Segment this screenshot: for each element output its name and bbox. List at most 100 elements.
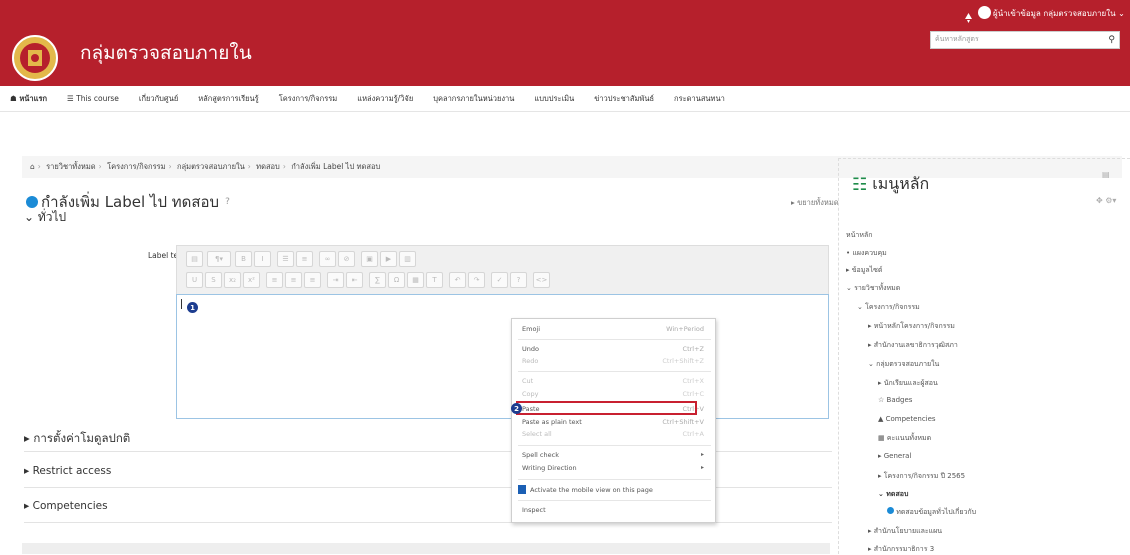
search-icon[interactable]: ⚲ (1108, 35, 1115, 45)
sidebar-item[interactable]: ▸ สำนักนโยบายและแผน (868, 526, 942, 537)
user-menu[interactable]: ผู้นำเข้าข้อมูล กลุ่มตรวจสอบภายใน ⌄ (993, 7, 1125, 20)
toolbar-toggle-icon[interactable]: ▤ (186, 251, 203, 267)
menu-item-select-all[interactable]: Select all Ctrl+A (522, 430, 710, 441)
nav-item-staff[interactable]: บุคลากรภายในหน่วยงาน (433, 93, 514, 105)
undo-icon[interactable]: ↶ (449, 272, 466, 288)
label-module-icon (887, 507, 894, 514)
nav-item-home[interactable]: ☗ หน้าแรก (10, 93, 47, 105)
unlink-icon[interactable]: ⊘ (338, 251, 355, 267)
sidebar-item[interactable]: ทดสอบข้อมูลทั่วไปเกี่ยวกับ (887, 507, 976, 518)
equation-icon[interactable]: ∑ (369, 272, 386, 288)
help-icon[interactable]: ? (225, 197, 230, 207)
sidebar-item[interactable]: ⌄ กลุ่มตรวจสอบภายใน (868, 359, 939, 370)
underline-icon[interactable]: U (186, 272, 203, 288)
numbered-list-icon[interactable]: ≡ (296, 251, 313, 267)
notification-icon[interactable] (964, 8, 973, 23)
file-icon[interactable]: ▥ (399, 251, 416, 267)
menu-item-inspect[interactable]: Inspect (522, 506, 710, 517)
align-right-icon[interactable]: ≡ (304, 272, 321, 288)
menu-item-cut[interactable]: Cut Ctrl+X (522, 377, 710, 388)
section-common-module-settings[interactable]: ▸ การตั้งค่าโมดูลปกติ (24, 430, 130, 448)
breadcrumb-current: กำลังเพิ่ม Label ไป ทดสอบ (291, 162, 381, 171)
home-icon[interactable]: ⌂ (30, 162, 35, 171)
nav-item-this-course[interactable]: ☰ This course (67, 94, 119, 103)
align-left-icon[interactable]: ≡ (266, 272, 283, 288)
superscript-icon[interactable]: x² (243, 272, 260, 288)
special-char-icon[interactable]: Ω (388, 272, 405, 288)
sidebar-item[interactable]: ⌄ โครงการ/กิจกรรม (857, 302, 920, 313)
course-search-input[interactable]: ค้นหาหลักสูตร ⚲ (930, 31, 1120, 49)
sidebar-item[interactable]: ▸ สำนักงานเลขาธิการวุฒิสภา (868, 340, 958, 351)
strikethrough-icon[interactable]: S (205, 272, 222, 288)
nav-item-news[interactable]: ข่าวประชาสัมพันธ์ (594, 93, 654, 105)
form-footer (22, 543, 830, 554)
sidebar-item[interactable]: ▸ ข้อมูลไซต์ (846, 265, 882, 276)
italic-icon[interactable]: I (254, 251, 271, 267)
sitemap-icon: ☷ (852, 174, 868, 195)
redo-icon[interactable]: ↷ (468, 272, 485, 288)
label-text-editor[interactable] (176, 294, 829, 419)
breadcrumb-item[interactable]: โครงการ/กิจกรรม (107, 162, 166, 171)
menu-separator (518, 339, 711, 340)
menu-item-paste-plain[interactable]: Paste as plain text Ctrl+Shift+V (522, 418, 710, 429)
menu-item-emoji[interactable]: Emoji Win+Period (522, 325, 710, 336)
menu-separator (518, 371, 711, 372)
align-center-icon[interactable]: ≡ (285, 272, 302, 288)
sidebar-item[interactable]: ▸ General (878, 452, 911, 460)
expand-all-link[interactable]: ▸ ขยายทั้งหมด (791, 197, 839, 209)
section-competencies[interactable]: ▸ Competencies (24, 500, 108, 512)
html-icon[interactable]: <> (533, 272, 550, 288)
nav-item-knowledge[interactable]: แหล่งความรู้/วิจัย (357, 93, 413, 105)
sidebar-item[interactable]: ▸ สำนักกรรมาธิการ 3 (868, 544, 934, 555)
sidebar-item[interactable]: • แผงควบคุม (846, 248, 887, 259)
user-avatar[interactable] (978, 6, 991, 19)
menu-item-spell-check[interactable]: Spell check ▸ (522, 451, 710, 462)
search-placeholder: ค้นหาหลักสูตร (935, 35, 979, 43)
sidebar-item[interactable]: ▸ หน้าหลักโครงการ/กิจกรรม (868, 321, 955, 332)
grades-icon: ▦ (878, 434, 887, 442)
breadcrumb-item[interactable]: ทดสอบ (256, 162, 280, 171)
site-title[interactable]: กลุ่มตรวจสอบภายใน (80, 38, 252, 68)
link-icon[interactable]: ∞ (319, 251, 336, 267)
screenreader-icon[interactable]: ? (510, 272, 527, 288)
section-restrict-access[interactable]: ▸ Restrict access (24, 465, 111, 477)
image-icon[interactable]: ▣ (361, 251, 378, 267)
sidebar-item[interactable]: ☆ Badges (878, 396, 912, 404)
menu-item-undo[interactable]: Undo Ctrl+Z (522, 345, 710, 356)
accessibility-icon[interactable]: ✓ (491, 272, 508, 288)
indent-icon[interactable]: ⇥ (327, 272, 344, 288)
nav-item-assessment[interactable]: แบบประเมิน (534, 93, 574, 105)
media-icon[interactable]: ▶ (380, 251, 397, 267)
collapse-block-icon[interactable]: ▤ (1102, 170, 1110, 179)
sidebar-item[interactable]: หน้าหลัก (846, 230, 872, 241)
nav-item-about[interactable]: เกี่ยวกับศูนย์ (139, 93, 178, 105)
outdent-icon[interactable]: ⇤ (346, 272, 363, 288)
main-navbar: ☗ หน้าแรก ☰ This course เกี่ยวกับศูนย์ ห… (0, 86, 1130, 112)
paragraph-style-icon[interactable]: ¶▾ (207, 251, 231, 267)
sidebar-item[interactable]: ▸ โครงการ/กิจกรรม ปี 2565 (878, 471, 965, 482)
nav-item-projects[interactable]: โครงการ/กิจกรรม (279, 93, 338, 105)
text-cursor (181, 299, 182, 309)
clear-format-icon[interactable]: T (426, 272, 443, 288)
menu-item-redo[interactable]: Redo Ctrl+Shift+Z (522, 357, 710, 368)
block-actions-icon[interactable]: ✥ ⚙▾ (1096, 196, 1116, 205)
bullet-list-icon[interactable]: ☰ (277, 251, 294, 267)
sidebar-item[interactable]: ▦ คะแนนทั้งหมด (878, 433, 931, 444)
breadcrumb-item[interactable]: กลุ่มตรวจสอบภายใน (177, 162, 245, 171)
nav-item-curriculum[interactable]: หลักสูตรการเรียนรู้ (198, 93, 258, 105)
site-logo-icon[interactable] (12, 35, 58, 81)
menu-item-writing-direction[interactable]: Writing Direction ▸ (522, 464, 710, 475)
table-icon[interactable]: ▦ (407, 272, 424, 288)
sidebar-item[interactable]: ⌄ รายวิชาทั้งหมด (846, 283, 900, 294)
menu-item-mobile-view[interactable]: Activate the mobile view on this page (530, 486, 710, 497)
sidebar-item[interactable]: ▸ นักเรียนและผู้สอน (878, 378, 938, 389)
subscript-icon[interactable]: x₂ (224, 272, 241, 288)
breadcrumb-item[interactable]: รายวิชาทั้งหมด (46, 162, 96, 171)
section-general-toggle[interactable]: ⌄ ทั่วไป (24, 208, 66, 227)
nav-item-forum[interactable]: กระดานสนทนา (674, 93, 725, 105)
sidebar-item-current[interactable]: ⌄ ทดสอบ (878, 489, 908, 500)
sidebar-item[interactable]: ▲ Competencies (878, 415, 936, 423)
step-marker-1: 1 (187, 302, 198, 313)
bold-icon[interactable]: B (235, 251, 252, 267)
menu-item-copy[interactable]: Copy Ctrl+C (522, 390, 710, 401)
